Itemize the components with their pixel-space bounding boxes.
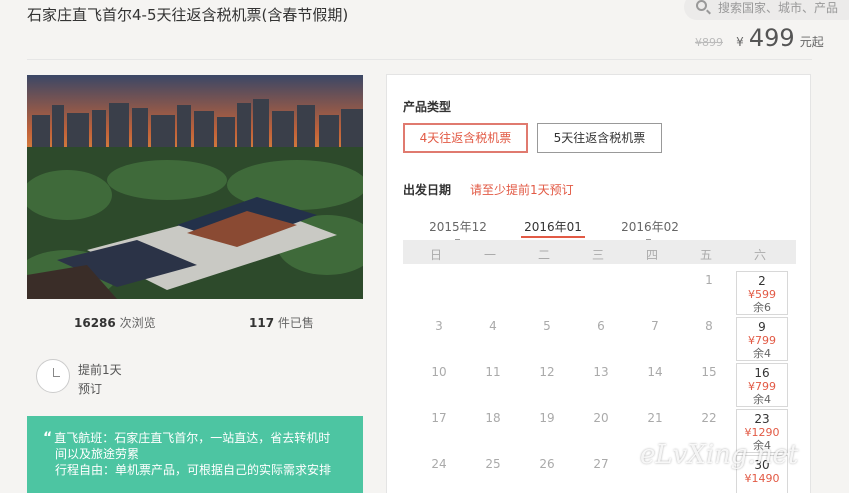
calendar-day: 7 bbox=[651, 319, 659, 333]
day-price: ¥799 bbox=[748, 380, 776, 393]
day-remaining: 余4 bbox=[753, 393, 771, 406]
weekday-sun: 日 bbox=[429, 248, 442, 262]
calendar-day-priced[interactable]: 2 ¥599 余6 bbox=[736, 271, 788, 315]
advance-days: 提前1天 bbox=[78, 363, 122, 377]
calendar-day: 17 bbox=[431, 411, 447, 425]
calendar-day: 15 bbox=[701, 365, 717, 379]
search-box[interactable]: 搜索国家、城市、产品 bbox=[684, 0, 849, 20]
search-input[interactable]: 搜索国家、城市、产品 bbox=[718, 0, 838, 16]
original-price: ¥899 bbox=[695, 36, 723, 49]
day-number: 23 bbox=[754, 412, 770, 426]
highlight-direct-flight-cont: 间以及旅途劳累 bbox=[55, 447, 140, 461]
day-remaining: 余6 bbox=[753, 301, 771, 314]
quote-icon: “ bbox=[43, 430, 53, 446]
calendar-day-priced[interactable]: 16 ¥799 余4 bbox=[736, 363, 788, 407]
header-divider bbox=[27, 59, 812, 60]
active-month-underline bbox=[521, 236, 585, 238]
weekday-wed: 三 bbox=[591, 248, 604, 262]
advance-hint: 请至少提前1天预订 bbox=[470, 183, 574, 197]
current-price: 499 bbox=[748, 24, 795, 52]
calendar-day: 10 bbox=[431, 365, 447, 379]
calendar-day: 13 bbox=[593, 365, 609, 379]
views-count: 16286 bbox=[74, 316, 116, 330]
calendar-day: 21 bbox=[647, 411, 663, 425]
highlight-direct-flight: 直飞航班：石家庄直飞首尔，一站直达，省去转机时 bbox=[54, 431, 331, 445]
month-tab-next[interactable]: 2016年02 bbox=[615, 218, 685, 235]
calendar-day: 6 bbox=[597, 319, 605, 333]
product-type-label: 产品类型 bbox=[403, 100, 452, 114]
calendar-day: 12 bbox=[539, 365, 555, 379]
sold-label: 件已售 bbox=[277, 316, 314, 330]
product-type-4day[interactable]: 4天往返含税机票 bbox=[403, 123, 528, 153]
calendar-day: 19 bbox=[539, 411, 555, 425]
search-icon[interactable] bbox=[696, 0, 707, 11]
weekday-sat: 六 bbox=[753, 248, 766, 262]
price-suffix: 元起 bbox=[799, 35, 824, 49]
weekday-mon: 一 bbox=[483, 248, 496, 262]
day-number: 9 bbox=[758, 320, 766, 334]
day-price: ¥799 bbox=[748, 334, 776, 347]
day-number: 16 bbox=[754, 366, 770, 380]
advance-label: 预订 bbox=[78, 382, 103, 396]
calendar-day: 14 bbox=[647, 365, 663, 379]
weekday-tue: 二 bbox=[537, 248, 550, 262]
watermark: eLvXing.net bbox=[640, 440, 799, 470]
currency-symbol: ¥ bbox=[736, 35, 744, 49]
product-highlights: “直飞航班：石家庄直飞首尔，一站直达，省去转机时 间以及旅途劳累 行程自由：单机… bbox=[27, 416, 363, 493]
calendar-day: 1 bbox=[705, 273, 713, 287]
clock-icon bbox=[36, 359, 70, 393]
month-tab-current[interactable]: 2016年01 bbox=[518, 218, 588, 235]
day-remaining: 余4 bbox=[753, 347, 771, 360]
calendar-day: 3 bbox=[435, 319, 443, 333]
sold-stat: 117 件已售 bbox=[249, 314, 314, 331]
weekday-fri: 五 bbox=[699, 248, 712, 262]
calendar-day: 26 bbox=[539, 457, 555, 471]
product-type-5day[interactable]: 5天往返含税机票 bbox=[537, 123, 662, 153]
calendar-day: 27 bbox=[593, 457, 609, 471]
day-number: 2 bbox=[758, 274, 766, 288]
calendar-day: 20 bbox=[593, 411, 609, 425]
day-price: ¥1290 bbox=[744, 426, 780, 439]
calendar-day: 5 bbox=[543, 319, 551, 333]
departure-date-label: 出发日期 bbox=[403, 183, 452, 197]
weekday-header: 日 一 二 三 四 五 六 bbox=[403, 240, 796, 264]
sold-count: 117 bbox=[249, 316, 275, 330]
calendar-day: 24 bbox=[431, 457, 447, 471]
booking-panel: 产品类型 4天往返含税机票 5天往返含税机票 出发日期 请至少提前1天预订 20… bbox=[386, 74, 811, 493]
calendar-day: 22 bbox=[701, 411, 717, 425]
product-photo bbox=[27, 75, 363, 299]
views-stat: 16286 次浏览 bbox=[74, 314, 156, 331]
day-price: ¥599 bbox=[748, 288, 776, 301]
highlight-free-itinerary: 行程自由：单机票产品，可根据自己的实际需求安排 bbox=[55, 463, 332, 477]
views-label: 次浏览 bbox=[119, 316, 156, 330]
calendar-day-priced[interactable]: 9 ¥799 余4 bbox=[736, 317, 788, 361]
price-block: ¥899 ¥ 499 元起 bbox=[695, 24, 824, 52]
calendar-day: 4 bbox=[489, 319, 497, 333]
calendar-day: 25 bbox=[485, 457, 501, 471]
month-tab-prev[interactable]: 2015年12 bbox=[423, 218, 493, 235]
page-title: 石家庄直飞首尔4-5天往返含税机票(含春节假期) bbox=[27, 6, 349, 24]
calendar-day: 18 bbox=[485, 411, 501, 425]
calendar-day: 11 bbox=[485, 365, 501, 379]
weekday-thu: 四 bbox=[645, 248, 658, 262]
day-price: ¥1490 bbox=[744, 472, 780, 485]
calendar-day: 8 bbox=[705, 319, 713, 333]
